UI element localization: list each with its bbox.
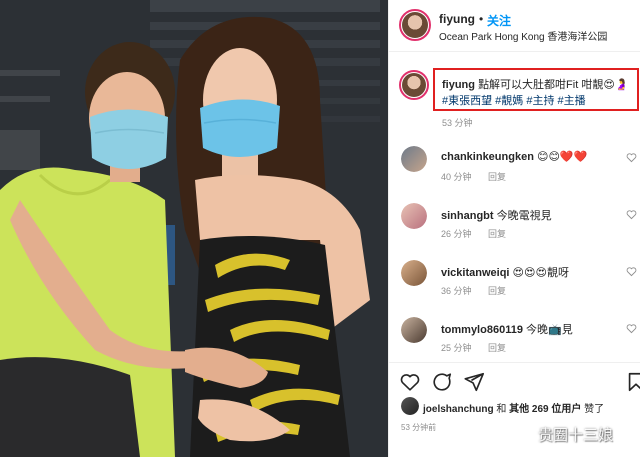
header-separator: • bbox=[479, 12, 484, 26]
watermark-text: 贵圈十三娘 bbox=[538, 427, 614, 444]
liker-avatar[interactable] bbox=[401, 397, 419, 415]
comment-item: sinhangbt 今晚電視見 26 分钟 回复 bbox=[389, 203, 640, 259]
comment-avatar[interactable] bbox=[401, 317, 427, 343]
comment-like-heart-icon[interactable] bbox=[626, 152, 637, 163]
caption-emojis: 😍🤰 bbox=[603, 79, 629, 91]
likes-summary: joelshanchung 和 其他 269 位用户 赞了 bbox=[423, 400, 604, 415]
caption-avatar[interactable] bbox=[399, 70, 429, 100]
comment-text: chankinkeungken 😊😊❤️❤️ bbox=[441, 150, 587, 163]
action-bar bbox=[389, 362, 640, 398]
comment-meta: 40 分钟 回复 bbox=[441, 170, 520, 183]
comment-item: chankinkeungken 😊😊❤️❤️ 40 分钟 回复 bbox=[389, 146, 640, 202]
caption-username[interactable]: fiyung bbox=[442, 79, 475, 91]
comment-username[interactable]: tommylo860119 bbox=[441, 324, 523, 336]
author-avatar[interactable] bbox=[399, 9, 431, 41]
comment-item: vickitanweiqi 😍😍😍靚呀 36 分钟 回复 bbox=[389, 260, 640, 316]
caption-body: 點解可以大肚都咁Fit 咁靚 bbox=[478, 79, 604, 91]
author-username[interactable]: fiyung bbox=[439, 12, 475, 26]
comment-like-heart-icon[interactable] bbox=[626, 209, 637, 220]
comment-body: 😍😍😍靚呀 bbox=[512, 267, 569, 279]
comment-time: 26 分钟 bbox=[441, 229, 472, 239]
reply-link[interactable]: 回复 bbox=[488, 229, 506, 239]
comment-username[interactable]: vickitanweiqi bbox=[441, 267, 509, 279]
likes-and: 和 bbox=[496, 404, 507, 415]
likes-suffix: 赞了 bbox=[584, 404, 605, 415]
follow-button[interactable]: 关注 bbox=[487, 12, 511, 29]
comment-username[interactable]: sinhangbt bbox=[441, 210, 494, 222]
comment-like-heart-icon[interactable] bbox=[626, 266, 637, 277]
reply-link[interactable]: 回复 bbox=[488, 172, 506, 182]
comment-meta: 25 分钟 回复 bbox=[441, 341, 520, 354]
comment-like-heart-icon[interactable] bbox=[626, 323, 637, 334]
caption-hashtags[interactable]: #東張西望 #靚媽 #主持 #主播 bbox=[442, 92, 586, 108]
post-timestamp: 53 分钟前 bbox=[401, 423, 437, 432]
comment-meta: 36 分钟 回复 bbox=[441, 284, 520, 297]
post-header: fiyung • 关注 Ocean Park Hong Kong 香港海洋公园 bbox=[389, 0, 640, 52]
comment-body: 今晚電視見 bbox=[496, 210, 552, 222]
likes-others[interactable]: 其他 269 位用户 bbox=[509, 404, 581, 415]
comment-time: 36 分钟 bbox=[441, 286, 472, 296]
comment-time: 25 分钟 bbox=[441, 343, 472, 353]
post-side-panel: fiyung • 关注 Ocean Park Hong Kong 香港海洋公园 … bbox=[388, 0, 640, 457]
reply-link[interactable]: 回复 bbox=[488, 343, 506, 353]
share-icon[interactable] bbox=[463, 371, 485, 393]
caption-time: 53 分钟 bbox=[442, 118, 473, 128]
comment-body: 今晚📺見 bbox=[526, 324, 573, 336]
liker-username[interactable]: joelshanchung bbox=[423, 404, 494, 415]
comment-time: 40 分钟 bbox=[441, 172, 472, 182]
comment-avatar[interactable] bbox=[401, 146, 427, 172]
post-location[interactable]: Ocean Park Hong Kong 香港海洋公园 bbox=[439, 28, 607, 43]
comment-text: tommylo860119 今晚📺見 bbox=[441, 321, 573, 337]
reply-link[interactable]: 回复 bbox=[488, 286, 506, 296]
comment-icon[interactable] bbox=[431, 371, 453, 393]
caption-text: fiyung 點解可以大肚都咁Fit 咁靚😍🤰 bbox=[442, 76, 629, 92]
comment-text: sinhangbt 今晚電視見 bbox=[441, 207, 552, 223]
comment-avatar[interactable] bbox=[401, 203, 427, 229]
comment-avatar[interactable] bbox=[401, 260, 427, 286]
heart-icon[interactable] bbox=[399, 371, 421, 393]
post-photo bbox=[0, 0, 388, 457]
comment-text: vickitanweiqi 😍😍😍靚呀 bbox=[441, 264, 569, 280]
photo-illustration bbox=[0, 0, 388, 457]
bookmark-icon[interactable] bbox=[625, 371, 640, 393]
comment-body: 😊😊❤️❤️ bbox=[536, 151, 588, 163]
comment-meta: 26 分钟 回复 bbox=[441, 227, 520, 240]
comment-username[interactable]: chankinkeungken bbox=[441, 151, 534, 163]
